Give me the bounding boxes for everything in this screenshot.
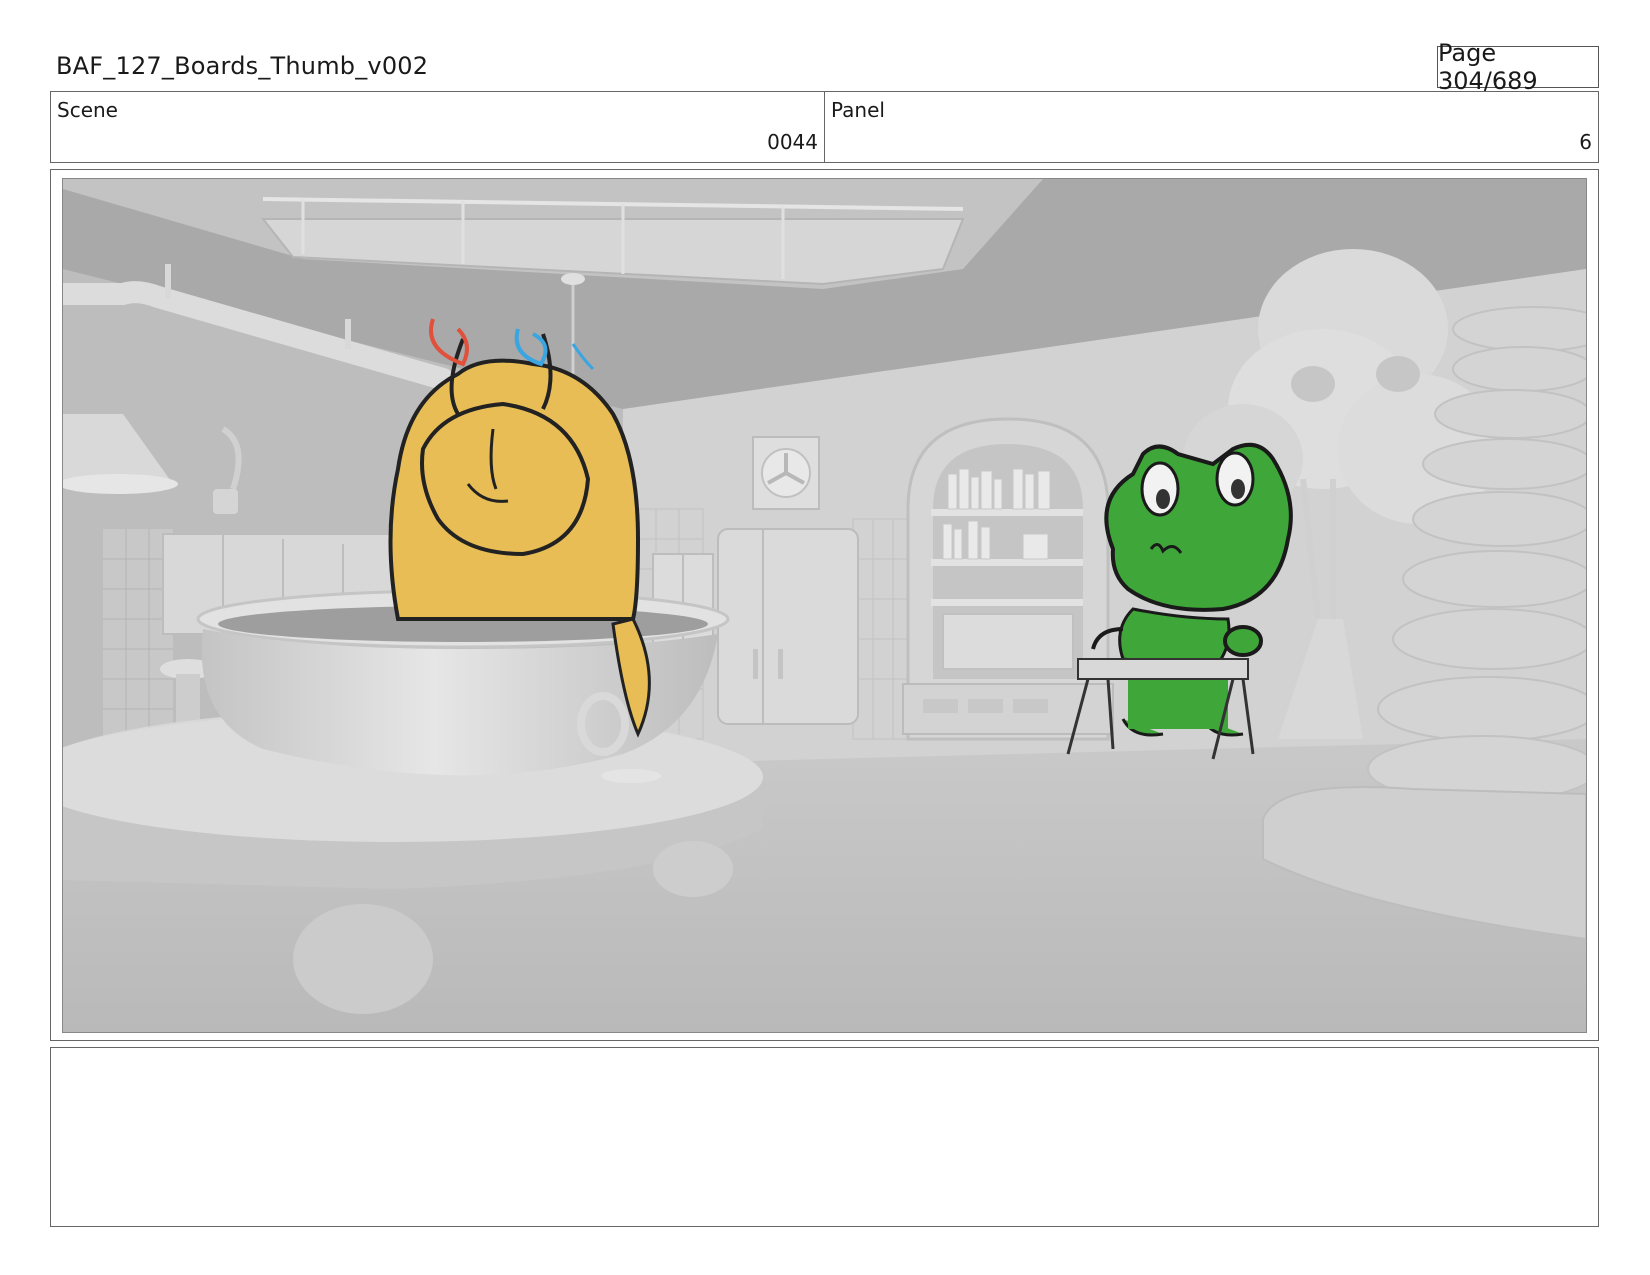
panel-cell: Panel 6 [824,92,1598,162]
scene-cell: Scene 0044 [51,92,824,162]
scene-number: 0044 [767,130,818,154]
page-number-label: Page 304/689 [1438,39,1538,95]
page-number-box: Page 304/689 [1437,39,1599,95]
scene-label: Scene [57,98,118,122]
document-title: BAF_127_Boards_Thumb_v002 [56,52,429,80]
storyboard-panel-frame [50,169,1599,1041]
storyboard-panel-image [62,178,1587,1033]
scene-panel-info-row: Scene 0044 Panel 6 [50,91,1599,163]
kitchen-scene-illustration [63,179,1586,1032]
panel-number: 6 [1579,130,1592,154]
panel-label: Panel [831,98,885,122]
panel-notes-box [50,1047,1599,1227]
